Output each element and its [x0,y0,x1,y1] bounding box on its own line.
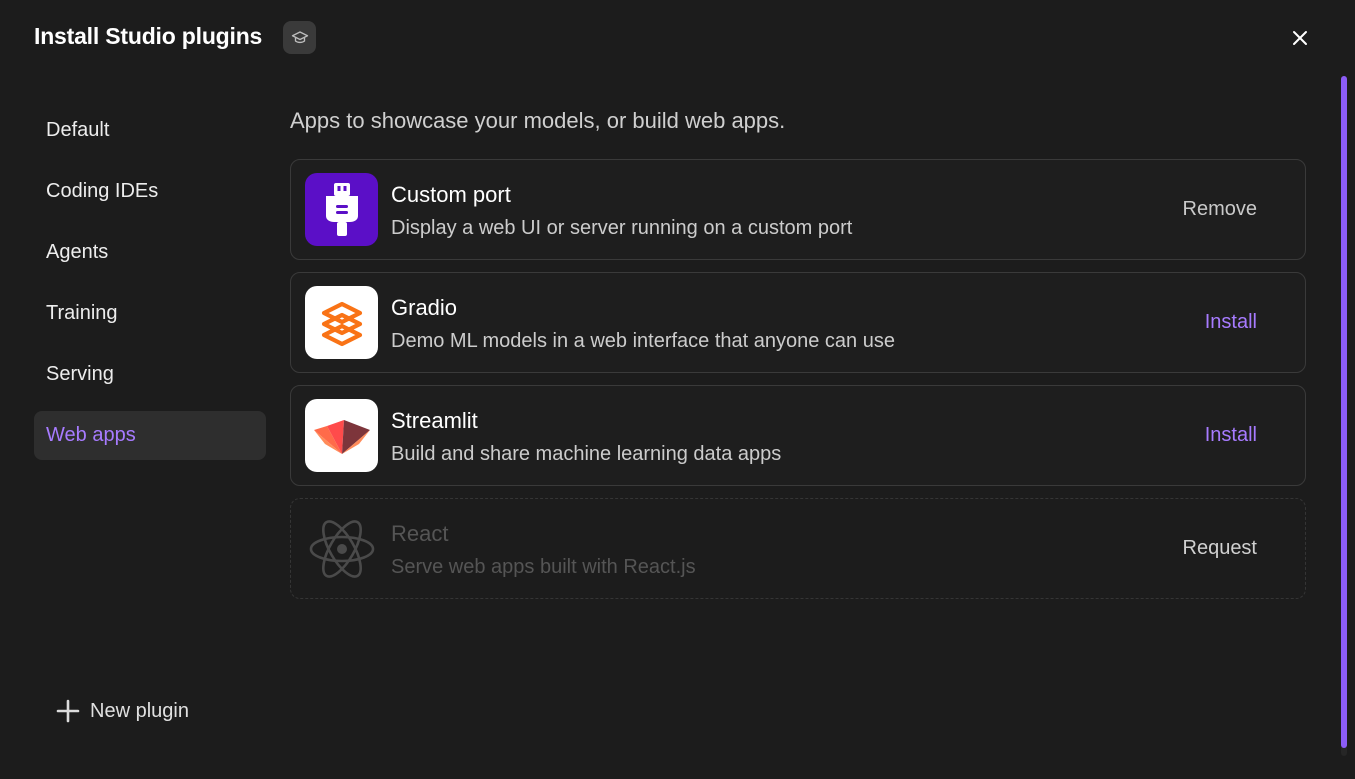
sidebar-item-coding-ides[interactable]: Coding IDEs [34,167,266,216]
plugin-description: Display a web UI or server running on a … [391,217,853,239]
sidebar-item-default[interactable]: Default [34,106,266,155]
close-button[interactable] [1286,24,1314,52]
plugin-name: Streamlit [391,408,478,433]
scrollbar-thumb[interactable] [1341,76,1347,748]
install-button[interactable]: Install [1205,273,1257,372]
gradio-logo-icon [305,286,378,359]
close-icon [1293,31,1307,45]
sidebar-item-label: Agents [46,241,109,263]
sidebar-item-serving[interactable]: Serving [34,350,266,399]
dialog-title: Install Studio plugins [34,23,263,49]
sidebar-item-web-apps[interactable]: Web apps [34,411,266,460]
plugin-name: Custom port [391,182,511,207]
plugin-card-custom-port: Custom port Display a web UI or server r… [290,159,1306,260]
sidebar-item-agents[interactable]: Agents [34,228,266,277]
graduation-cap-icon [283,21,316,54]
sidebar-item-label: Training [46,302,118,324]
plus-icon [56,699,80,723]
plug-icon [305,173,378,246]
streamlit-logo-icon [305,399,378,472]
plugin-description: Serve web apps built with React.js [391,556,696,578]
new-plugin-label: New plugin [90,699,189,722]
request-button[interactable]: Request [1183,499,1258,598]
install-button[interactable]: Install [1205,386,1257,485]
sidebar-item-label: Serving [46,363,114,385]
plugin-card-react: React Serve web apps built with React.js… [290,498,1306,599]
plugin-name: React [391,521,449,546]
sidebar-item-label: Coding IDEs [46,180,159,202]
new-plugin-button[interactable]: New plugin [56,696,189,726]
sidebar-item-label: Default [46,119,110,141]
scrollbar[interactable] [1341,76,1347,756]
react-logo-icon [305,512,378,585]
category-sidebar: Default Coding IDEs Agents Training Serv… [34,106,266,472]
install-plugins-dialog: Install Studio plugins Default Coding ID… [0,0,1355,779]
plugin-card-gradio: Gradio Demo ML models in a web interface… [290,272,1306,373]
plugin-name: Gradio [391,295,458,320]
sidebar-item-label: Web apps [46,424,136,446]
plugin-description: Demo ML models in a web interface that a… [391,330,895,352]
plugin-card-streamlit: Streamlit Build and share machine learni… [290,385,1306,486]
section-subtitle: Apps to showcase your models, or build w… [290,108,786,133]
plugin-description: Build and share machine learning data ap… [391,443,782,465]
remove-button[interactable]: Remove [1183,160,1257,259]
sidebar-item-training[interactable]: Training [34,289,266,338]
